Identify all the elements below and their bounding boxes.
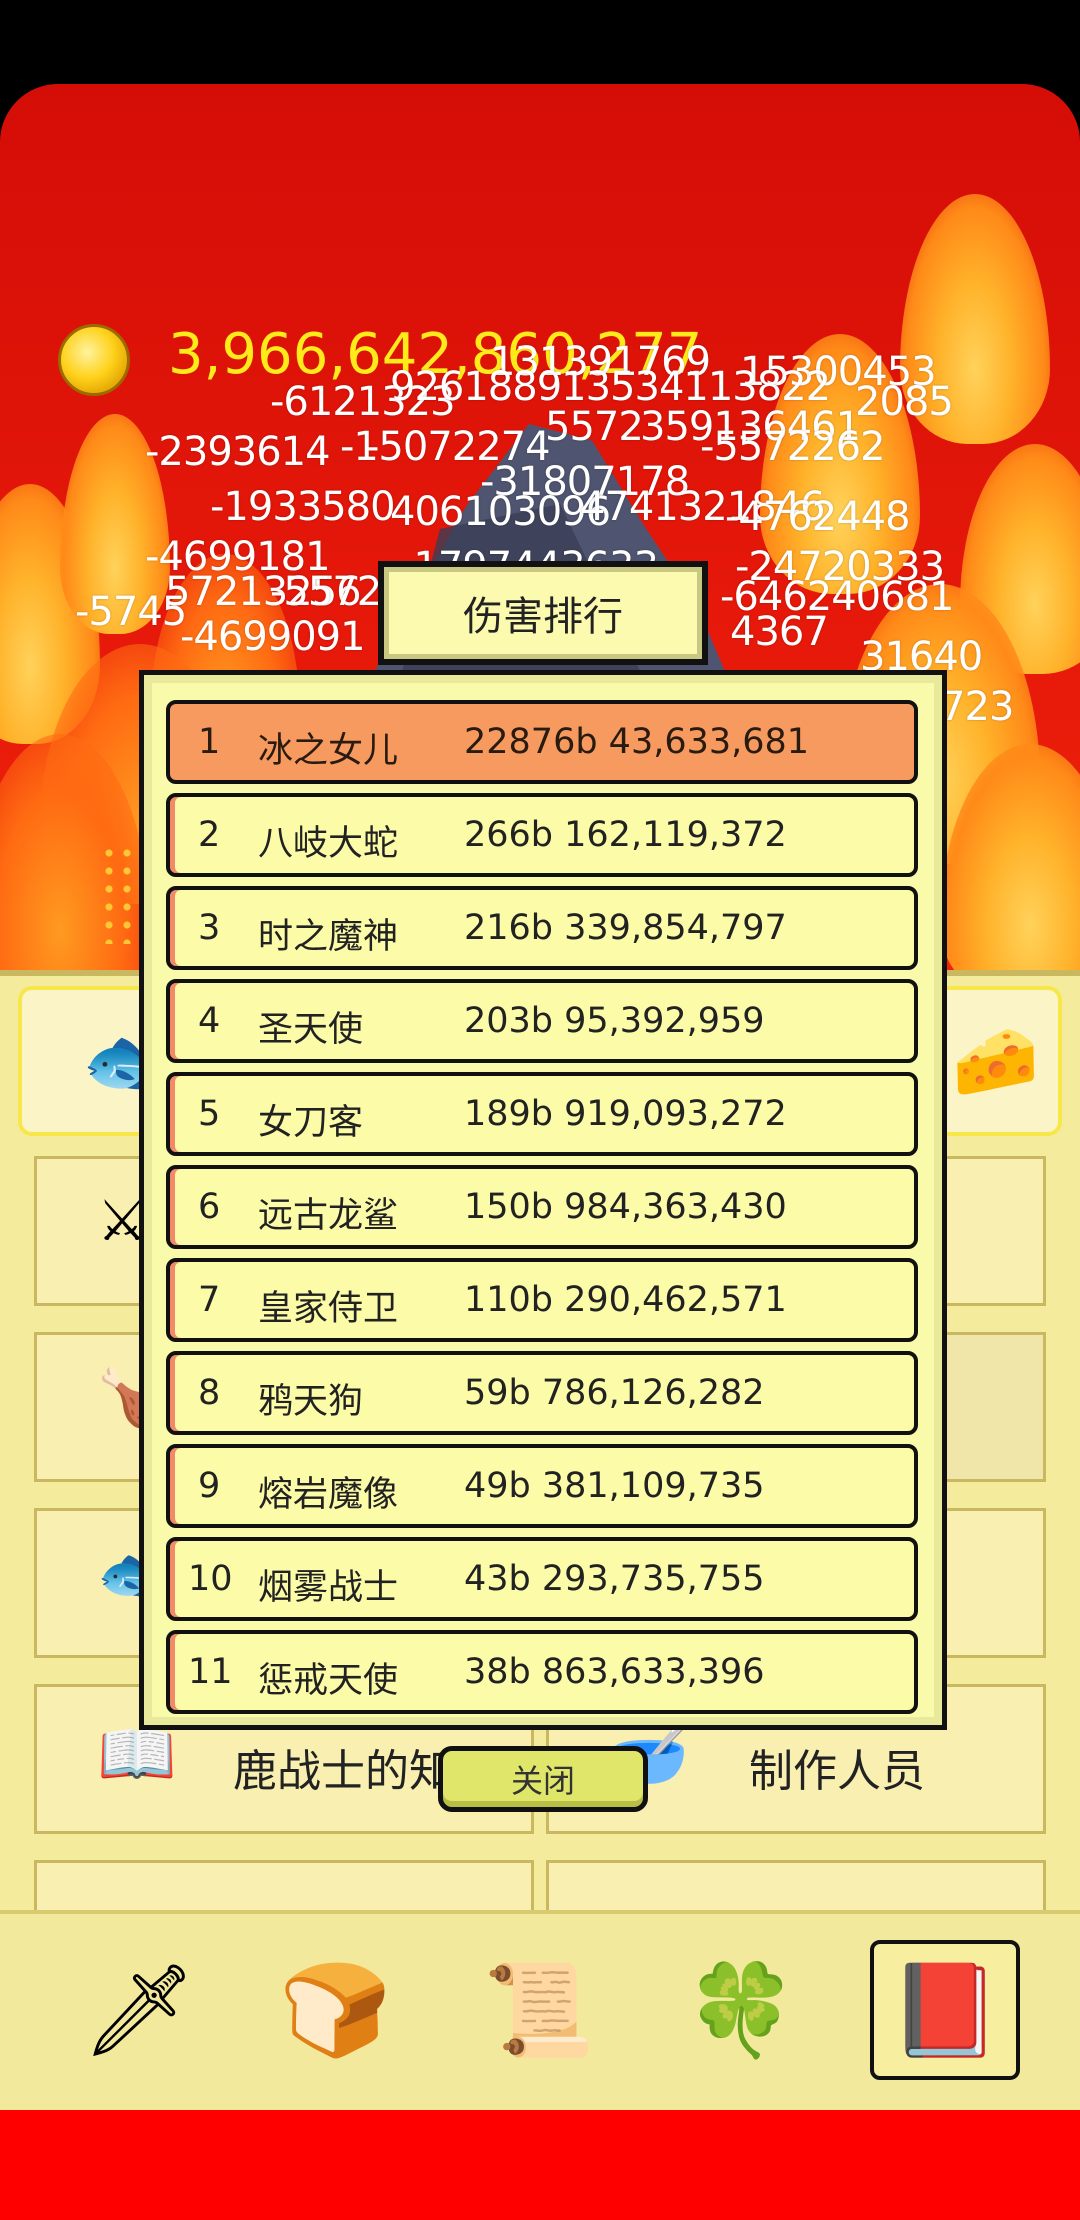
hero-name: 熔岩魔像 [258,1475,399,1515]
rank-number: 7 [198,1280,221,1320]
damage-value: 49b 381,109,735 [464,1466,765,1506]
hero-name: 鸦天狗 [258,1382,364,1422]
damage-value: 189b 919,093,272 [464,1094,787,1134]
ranking-row[interactable]: 6 远古龙鲨 150b 984,363,430 [166,1165,918,1249]
ranking-title: 伤害排行 [378,561,708,665]
damage-value: 43b 293,735,755 [464,1559,765,1599]
damage-value: 216b 339,854,797 [464,908,787,948]
cheese-icon: 🧀 [952,1020,1040,1102]
ranking-row[interactable]: 3 时之魔神 216b 339,854,797 [166,886,918,970]
damage-popup: -4762448 [725,494,911,540]
rank-number: 8 [198,1373,221,1413]
bottom-strip [0,2110,1080,2220]
rank-number: 2 [198,815,221,855]
scroll-icon: 📜 [482,1957,596,2063]
ranking-row[interactable]: 11 惩戒天使 38b 863,633,396 [166,1630,918,1714]
damage-popup: -5572 [270,569,382,615]
damage-popup: -1933580 [210,484,396,530]
damage-popup: 5572 [545,404,644,450]
bread-icon: 🍞 [278,1957,392,2063]
damage-value: 266b 162,119,372 [464,815,787,855]
hero-name: 皇家侍卫 [258,1289,399,1329]
rank-number: 3 [198,908,221,948]
damage-popup: -4699091 [180,614,366,660]
credits-label: 制作人员 [749,1746,925,1797]
hero-name: 圣天使 [258,1010,364,1050]
ranking-row[interactable]: 4 圣天使 203b 95,392,959 [166,979,918,1063]
ranking-row[interactable]: 10 烟雾战士 43b 293,735,755 [166,1537,918,1621]
ranking-row[interactable]: 5 女刀客 189b 919,093,272 [166,1072,918,1156]
book-icon: 📕 [888,1957,1002,2063]
coin-icon [58,324,130,396]
rank-number: 4 [198,1001,221,1041]
damage-popup: -5572262 [700,424,886,470]
hero-name: 烟雾战士 [258,1568,399,1608]
hero-name: 女刀客 [258,1103,364,1143]
damage-value: 22876b 43,633,681 [464,722,810,762]
damage-value: 110b 290,462,571 [464,1280,787,1320]
damage-value: 59b 786,126,282 [464,1373,765,1413]
tab-bread[interactable]: 🍞 [260,1940,410,2080]
damage-popup: -2393614 [145,429,331,475]
tab-sword[interactable]: 🗡 [64,1940,214,2080]
tab-clover[interactable]: 🍀 [666,1940,816,2080]
ranking-row[interactable]: 9 熔岩魔像 49b 381,109,735 [166,1444,918,1528]
rank-number: 9 [198,1466,221,1506]
rank-number: 5 [198,1094,221,1134]
rank-number: 6 [198,1187,221,1227]
clover-icon: 🍀 [684,1957,798,2063]
hero-name: 时之魔神 [258,917,399,957]
ranking-row[interactable]: 7 皇家侍卫 110b 290,462,571 [166,1258,918,1342]
ranking-panel[interactable]: 1 冰之女儿 22876b 43,633,681 2 八岐大蛇 266b 162… [139,670,947,1730]
sword-icon: 🗡 [81,1957,197,2063]
rank-number: 11 [188,1652,233,1692]
damage-value: 38b 863,633,396 [464,1652,765,1692]
rank-number: 10 [188,1559,233,1599]
damage-popup: -1 [340,424,379,470]
ranking-row[interactable]: 1 冰之女儿 22876b 43,633,681 [166,700,918,784]
spark-decoration [100,844,140,944]
close-button[interactable]: 关闭 [438,1746,648,1812]
hero-name: 八岐大蛇 [258,824,399,864]
damage-popup: 2085 [855,379,954,425]
damage-value: 150b 984,363,430 [464,1187,787,1227]
hero-name: 惩戒天使 [258,1661,399,1701]
damage-popup: 406103096 [390,489,611,535]
damage-popup: 4367 [730,609,829,655]
tab-book[interactable]: 📕 [870,1940,1020,2080]
rank-number: 1 [198,722,221,762]
hero-name: 冰之女儿 [258,731,399,771]
hero-name: 远古龙鲨 [258,1196,399,1236]
ranking-row[interactable]: 8 鸦天狗 59b 786,126,282 [166,1351,918,1435]
ranking-row[interactable]: 2 八岐大蛇 266b 162,119,372 [166,793,918,877]
tab-scroll[interactable]: 📜 [464,1940,614,2080]
damage-value: 203b 95,392,959 [464,1001,765,1041]
